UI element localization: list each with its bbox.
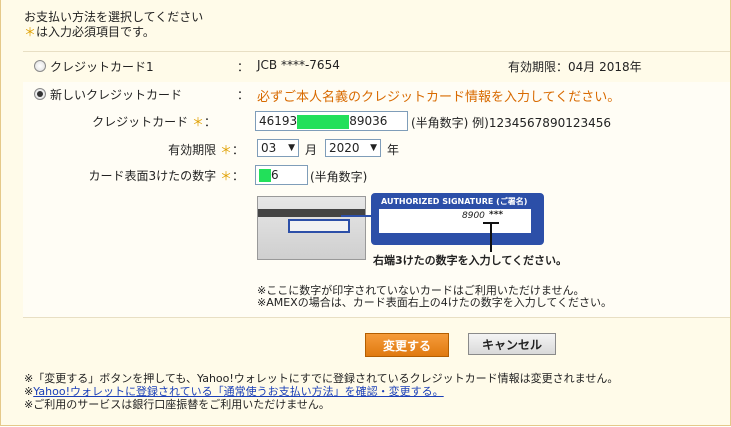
card-note-2: ※AMEXの場合は、カード表面右上の4けたの数字を入力してください。 xyxy=(257,296,613,309)
signature-callout: AUTHORIZED SIGNATURE (ご署名) 8900 *** xyxy=(371,193,544,245)
wallet-settings-link[interactable]: Yahoo!ウォレットに登録されている「通常使うお支払い方法」を確認・変更する。 xyxy=(33,385,443,398)
required-note-text: は入力必須項目です。 xyxy=(36,25,155,39)
page-header: お支払い方法を選択してください ＊は入力必須項目です。 xyxy=(24,10,203,40)
expiry-month-value: 03 xyxy=(261,141,277,155)
footer-note-1: ※「変更する」ボタンを押しても、Yahoo!ウォレットにすでに登録されているクレ… xyxy=(24,372,619,385)
signature-number: 8900 xyxy=(462,211,485,221)
signature-title: AUTHORIZED SIGNATURE (ご署名) xyxy=(381,197,528,206)
existing-card-label[interactable]: クレジットカード1 xyxy=(50,58,154,75)
cvv-suffix: 6 xyxy=(271,168,279,182)
colon: ： xyxy=(237,88,250,102)
cancel-button[interactable]: キャンセル xyxy=(468,333,556,355)
expiry-year-value: 2020 xyxy=(329,141,360,155)
dropdown-arrow-icon: ▼ xyxy=(370,143,377,153)
required-star: ＊ xyxy=(191,115,204,129)
new-card-radio[interactable] xyxy=(34,88,46,100)
cvv-label-text: カード表面3けたの数字 xyxy=(88,169,217,183)
colon: ： xyxy=(237,60,250,74)
required-star: ＊ xyxy=(219,169,232,183)
expiry-label: 有効期限 ＊： xyxy=(168,141,244,158)
card-number-input[interactable]: 46193 89036 xyxy=(255,111,408,131)
required-note: ＊は入力必須項目です。 xyxy=(24,25,203,40)
header-instruction: お支払い方法を選択してください xyxy=(24,10,204,24)
new-card-notice: 必ずご本人名義のクレジットカード情報を入力してください。 xyxy=(257,90,621,105)
cvv-hint: (半角数字) xyxy=(310,170,368,184)
footer-note-2: ※Yahoo!ウォレットに登録されている「通常使うお支払い方法」を確認・変更する… xyxy=(24,385,444,398)
cvv-input[interactable]: 6 xyxy=(255,165,308,185)
pointer-line xyxy=(483,222,499,252)
footer-note-3: ※ご利用のサービスは銀行口座振替をご利用いただけません。 xyxy=(24,398,330,411)
card-back-image xyxy=(257,196,366,260)
colon: ： xyxy=(203,115,216,129)
new-card-label[interactable]: 新しいクレジットカード xyxy=(50,86,182,103)
divider xyxy=(23,317,730,318)
payment-panel: お支払い方法を選択してください ＊は入力必須項目です。 クレジットカード1 ： … xyxy=(0,0,731,426)
footer-note-2-prefix: ※ xyxy=(24,385,34,398)
signature-mask: *** xyxy=(489,210,504,220)
masked-digits xyxy=(297,114,350,129)
existing-card-radio[interactable] xyxy=(34,60,46,72)
dropdown-arrow-icon: ▼ xyxy=(288,143,295,153)
cvv-label: カード表面3けたの数字 ＊： xyxy=(89,167,245,184)
card-number-label-text: クレジットカード xyxy=(92,115,189,129)
expiry-year-select[interactable]: 2020 ▼ xyxy=(325,139,381,157)
existing-card-number: JCB ****-7654 xyxy=(257,58,340,72)
change-button[interactable]: 変更する xyxy=(365,333,449,357)
signature-panel: 8900 *** xyxy=(379,209,531,233)
colon: ： xyxy=(231,143,244,157)
month-unit: 月 xyxy=(305,143,318,157)
year-unit: 年 xyxy=(387,143,400,157)
masked-digits xyxy=(259,169,271,182)
connector-line xyxy=(341,215,373,217)
card-number-suffix: 89036 xyxy=(349,114,388,128)
required-star: ＊ xyxy=(219,143,232,157)
signature-caption: 右端3けたの数字を入力してください。 xyxy=(373,254,567,267)
required-star: ＊ xyxy=(24,25,37,39)
expiry-month-select[interactable]: 03 ▼ xyxy=(257,139,299,157)
colon: ： xyxy=(231,169,244,183)
expiry-label-text: 有効期限 xyxy=(168,143,217,157)
card-number-prefix: 46193 xyxy=(259,114,298,128)
card-number-label: クレジットカード ＊： xyxy=(92,113,216,130)
card-number-hint: (半角数字) 例)1234567890123456 xyxy=(411,116,612,130)
existing-card-expiry: 有効期限：04月 2018年 xyxy=(508,60,642,74)
